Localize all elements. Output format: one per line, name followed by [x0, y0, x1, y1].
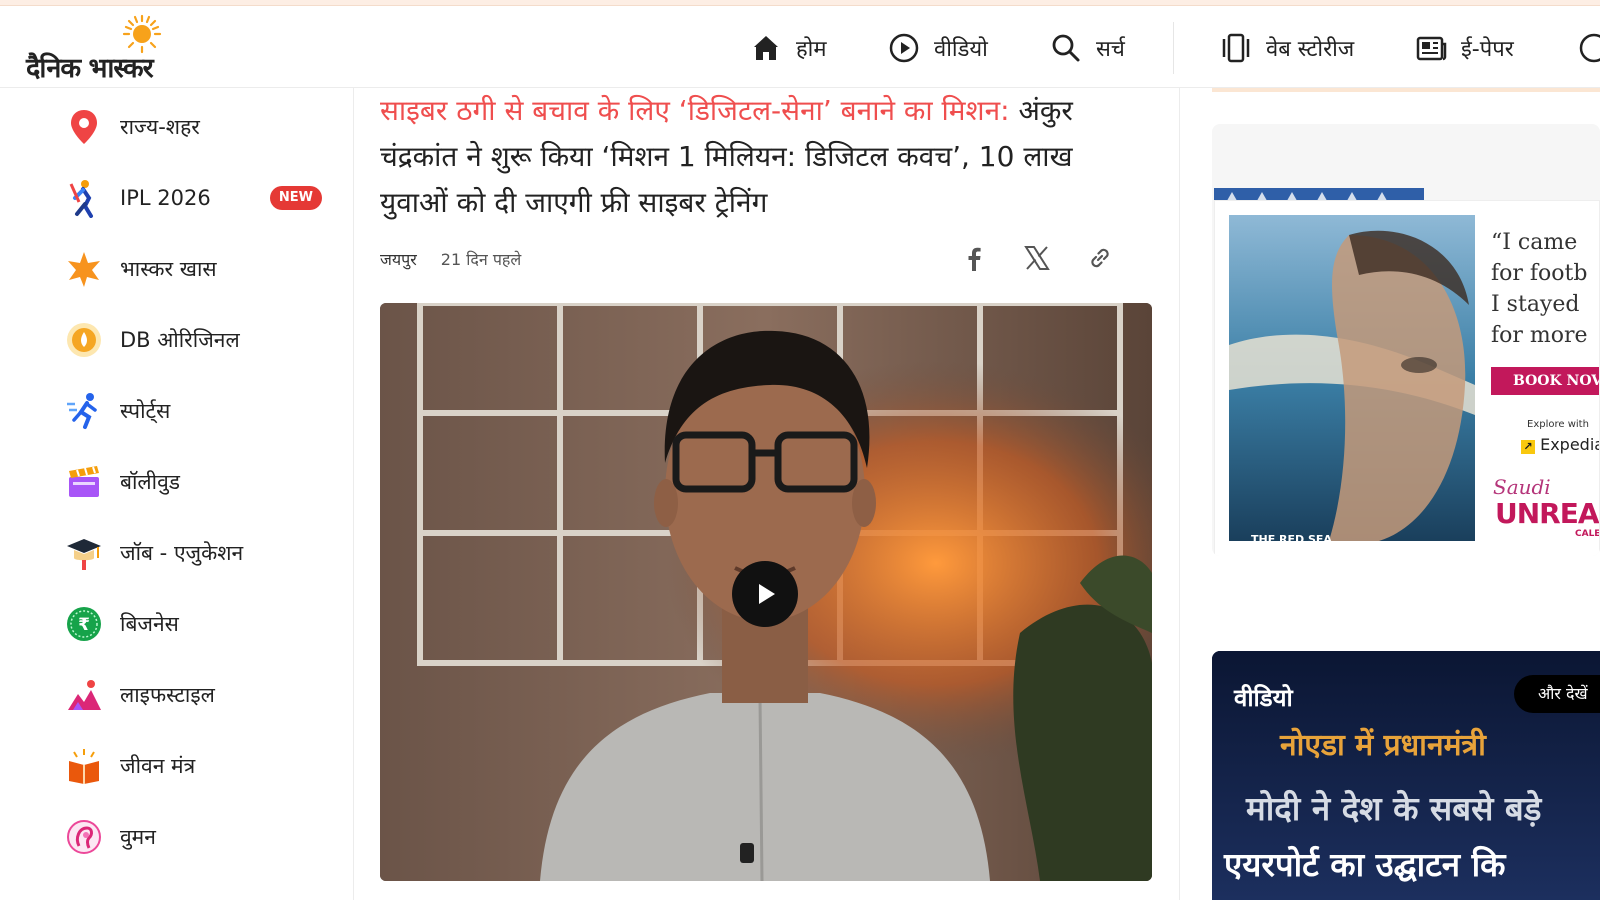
article-time: 21 दिन पहले: [440, 250, 522, 269]
ad-cal-text: CALE: [1575, 529, 1600, 539]
sidebar-item-lifestyle[interactable]: लाइफस्टाइल: [64, 669, 334, 721]
x-icon: [1024, 246, 1050, 270]
video-headline-line: एयरपोर्ट का उद्घाटन कि: [1224, 845, 1506, 884]
sidebar-item-label: बॉलीवुड: [120, 470, 181, 494]
sidebar-item-label: स्पोर्ट्स: [120, 399, 171, 423]
video-section[interactable]: वीडियो और देखें नोएडा में प्रधानमंत्री म…: [1212, 651, 1600, 900]
account-icon: [1579, 33, 1600, 63]
ad-book-now-button[interactable]: BOOK NOV: [1491, 367, 1599, 395]
article-headline[interactable]: साइबर ठगी से बचाव के लिए ‘डिजिटल-सेना’ ब…: [380, 88, 1140, 226]
sidebar-item-label: लाइफस्टाइल: [120, 683, 215, 707]
sidebar-item-label: राज्य-शहर: [120, 115, 200, 139]
ad-saudi-text: Saudi: [1493, 475, 1551, 499]
share-facebook-button[interactable]: [956, 240, 992, 276]
sidebar-item-bollywood[interactable]: बॉलीवुड: [64, 456, 334, 508]
right-rail: THE RED SEA “I came for footb I stayed f…: [1180, 88, 1600, 900]
sidebar-item-rajya-shahar[interactable]: राज्य-शहर: [64, 101, 334, 153]
sidebar-item-jeevan-mantra[interactable]: जीवन मंत्र: [64, 740, 334, 792]
nav-epaper[interactable]: ई-पेपर: [1415, 28, 1514, 68]
headline-kicker: साइबर ठगी से बचाव के लिए ‘डिजिटल-सेना’ ब…: [380, 94, 1010, 127]
star-icon: [64, 249, 104, 289]
link-icon: [1091, 248, 1109, 268]
video-play-button[interactable]: [732, 561, 798, 627]
woman-icon: [64, 817, 104, 857]
web-stories-icon: [1222, 33, 1250, 63]
sidebar-item-ipl[interactable]: IPL 2026 NEW: [64, 172, 334, 224]
ad-quote-line: “I came: [1491, 230, 1578, 255]
article-main: साइबर ठगी से बचाव के लिए ‘डिजिटल-सेना’ ब…: [354, 88, 1180, 900]
nav-video-label: वीडियो: [934, 37, 988, 62]
site-logo[interactable]: दैनिक भास्कर: [26, 14, 216, 86]
nav-account[interactable]: [1578, 28, 1600, 68]
ad-explore-text: Explore with: [1527, 419, 1589, 430]
nav-web-stories[interactable]: वेब स्टोरीज: [1220, 28, 1354, 68]
ad-quote-line: I stayed: [1491, 292, 1580, 317]
sidebar-item-label: बिजनेस: [120, 612, 179, 636]
share-x-button[interactable]: [1019, 240, 1055, 276]
nav-epaper-label: ई-पेपर: [1461, 37, 1514, 62]
ad-location-tag: THE RED SEA: [1251, 533, 1332, 541]
clapperboard-icon: [64, 462, 104, 502]
video-more-button[interactable]: और देखें: [1514, 675, 1600, 713]
advertisement[interactable]: THE RED SEA “I came for footb I stayed f…: [1212, 124, 1600, 556]
left-sidebar: राज्य-शहर IPL 2026 NEW भास्कर खास DB ओरि…: [0, 88, 354, 900]
ad-expedia-logo: ↗ Expedia: [1521, 435, 1600, 454]
ad-quote: “I came for footb I stayed for more: [1491, 227, 1588, 351]
ad-quote-line: for footb: [1491, 261, 1588, 286]
sidebar-item-sports[interactable]: स्पोर्ट्स: [64, 385, 334, 437]
graduation-cap-icon: [64, 533, 104, 573]
right-rail-accent: [1212, 88, 1600, 92]
sidebar-item-db-original[interactable]: DB ओरिजिनल: [64, 314, 334, 366]
copy-link-button[interactable]: [1082, 240, 1118, 276]
search-icon: [1052, 34, 1080, 62]
rupee-icon: ₹: [64, 604, 104, 644]
sidebar-item-label: जॉब - एजुकेशन: [120, 541, 244, 565]
facebook-icon: [968, 247, 981, 271]
sidebar-item-label: जीवन मंत्र: [120, 754, 196, 778]
ad-quote-line: for more: [1491, 323, 1588, 348]
sidebar-item-label: DB ओरिजिनल: [120, 328, 240, 352]
running-icon: [64, 391, 104, 431]
sidebar-item-label: भास्कर खास: [120, 257, 217, 281]
nav-divider: [1173, 22, 1174, 74]
cricket-player-icon: [64, 178, 104, 218]
video-section-title: वीडियो: [1234, 684, 1293, 712]
article-city[interactable]: जयपुर: [380, 248, 417, 270]
article-meta: जयपुर 21 दिन पहले: [380, 248, 521, 270]
new-badge: NEW: [269, 186, 322, 210]
db-original-icon: [64, 320, 104, 360]
ad-unreal-text: UNREAL: [1495, 497, 1599, 530]
play-circle-icon: [889, 33, 919, 63]
ad-expedia-text: Expedia: [1540, 435, 1600, 454]
site-header: दैनिक भास्कर होम वीडियो सर्च वेब स्टोरीज…: [0, 6, 1600, 88]
nav-video[interactable]: वीडियो: [888, 28, 988, 68]
play-icon: [759, 584, 775, 604]
expedia-arrow-icon: ↗: [1521, 440, 1535, 454]
logo-wordmark: दैनिक भास्कर: [26, 53, 154, 84]
sidebar-item-bhaskar-khas[interactable]: भास्कर खास: [64, 243, 334, 295]
sidebar-item-label: वुमन: [120, 825, 156, 849]
nav-search[interactable]: सर्च: [1050, 28, 1125, 68]
newspaper-icon: [1416, 36, 1447, 61]
home-icon: [754, 36, 778, 60]
ad-creative[interactable]: THE RED SEA “I came for footb I stayed f…: [1214, 200, 1600, 556]
ad-photo: THE RED SEA: [1229, 215, 1475, 541]
lifestyle-icon: [64, 675, 104, 715]
video-headline-line: नोएडा में प्रधानमंत्री: [1280, 728, 1486, 763]
article-video-player[interactable]: [380, 303, 1152, 881]
sidebar-item-business[interactable]: ₹ बिजनेस: [64, 598, 334, 650]
nav-home[interactable]: होम: [750, 28, 827, 68]
nav-home-label: होम: [796, 37, 827, 62]
book-icon: [64, 746, 104, 786]
svg-text:₹: ₹: [78, 615, 90, 635]
nav-web-stories-label: वेब स्टोरीज: [1266, 37, 1355, 62]
video-headline-line: मोदी ने देश के सबसे बड़े: [1246, 789, 1542, 828]
sidebar-item-job-education[interactable]: जॉब - एजुकेशन: [64, 527, 334, 579]
sidebar-item-woman[interactable]: वुमन: [64, 811, 334, 863]
sidebar-item-label: IPL 2026: [120, 186, 211, 210]
location-pin-icon: [64, 107, 104, 147]
nav-search-label: सर्च: [1096, 37, 1125, 62]
